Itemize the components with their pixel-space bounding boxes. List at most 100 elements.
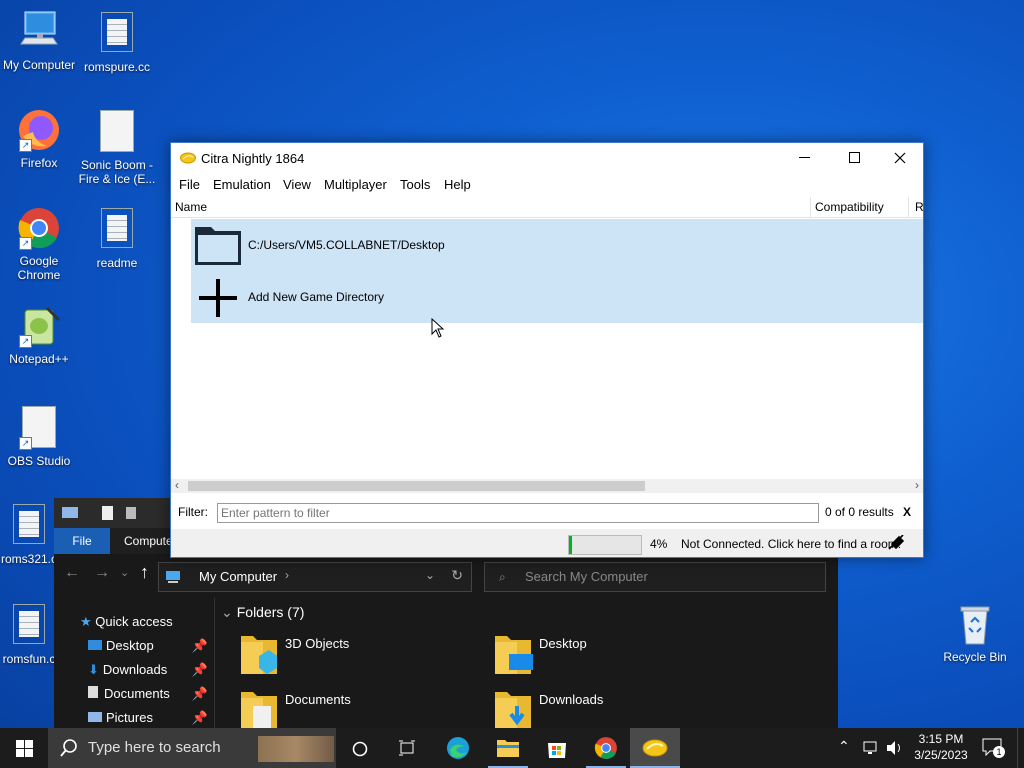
notification-count-badge: 1: [993, 746, 1005, 758]
desktop-icon-sonic[interactable]: Sonic Boom - Fire & Ice (E...: [78, 108, 156, 186]
task-view-icon[interactable]: [398, 740, 416, 756]
file-explorer-taskbar-button[interactable]: [484, 728, 532, 768]
explorer-search-box[interactable]: ⌕ Search My Computer: [484, 562, 826, 592]
desktop-icon-roms321[interactable]: roms321.c: [0, 502, 58, 566]
text-file-icon: [13, 604, 45, 644]
folder-item-desktop[interactable]: Desktop: [493, 632, 693, 682]
folders-group-header[interactable]: ⌄ Folders (7): [221, 604, 304, 621]
chrome-taskbar-button[interactable]: [582, 728, 630, 768]
text-file-icon: [101, 12, 133, 52]
show-desktop-button[interactable]: [1017, 728, 1024, 768]
document-icon: [88, 686, 98, 698]
nav-item-desktop[interactable]: Desktop 📌: [88, 638, 208, 653]
nav-item-label: Pictures: [106, 710, 153, 725]
volume-icon[interactable]: [886, 740, 904, 756]
desktop-icon-firefox[interactable]: ↗ Firefox: [0, 108, 78, 170]
minimize-icon[interactable]: [799, 157, 810, 158]
scroll-right-arrow-icon[interactable]: ›: [915, 478, 919, 492]
desktop-icon-my-computer[interactable]: My Computer: [0, 10, 78, 72]
horizontal-scrollbar[interactable]: ‹ ›: [171, 478, 923, 493]
windows-start-icon[interactable]: [16, 740, 33, 757]
close-icon[interactable]: [894, 152, 906, 164]
store-icon[interactable]: [545, 736, 569, 760]
desktop-icon-chrome[interactable]: ↗ Google Chrome: [0, 206, 78, 282]
menu-multiplayer[interactable]: Multiplayer: [324, 173, 387, 197]
search-icon: [60, 739, 77, 757]
up-arrow-icon[interactable]: ↑: [140, 562, 149, 583]
network-disconnected-icon[interactable]: [887, 535, 905, 551]
menu-file[interactable]: File: [179, 173, 200, 197]
menu-emulation[interactable]: Emulation: [213, 173, 271, 197]
clear-filter-button[interactable]: X: [903, 505, 911, 519]
nav-item-pictures[interactable]: Pictures 📌: [88, 710, 208, 725]
network-icon[interactable]: [862, 740, 880, 756]
notification-center-button[interactable]: 1: [982, 738, 1005, 758]
pin-icon[interactable]: 📌: [192, 686, 208, 702]
game-list-header: Name Compatibility R: [171, 197, 924, 218]
show-hidden-icons-chevron-icon[interactable]: ⌃: [838, 738, 850, 755]
nav-quick-access-label: Quick access: [95, 614, 173, 629]
forward-arrow-icon[interactable]: →: [94, 564, 110, 582]
clock[interactable]: 3:15 PM 3/25/2023: [910, 731, 972, 763]
desktop-icon-romspure[interactable]: romspure.cc: [78, 10, 156, 74]
quick-access-toolbar-icon[interactable]: [62, 506, 142, 520]
desktop-icon-label: romsfun.c: [2, 652, 56, 666]
clock-time: 3:15 PM: [918, 732, 964, 746]
desktop-icon-label: Firefox: [20, 156, 58, 170]
ribbon-computer-tab[interactable]: Compute: [124, 528, 173, 554]
chrome-icon: [594, 737, 617, 759]
address-text: My Computer: [199, 569, 278, 584]
scrollbar-thumb[interactable]: [188, 481, 645, 491]
folder-item-documents[interactable]: Documents: [239, 688, 439, 728]
folder-item-3d-objects[interactable]: 3D Objects: [239, 632, 439, 682]
folders-header-label: Folders (7): [236, 604, 305, 620]
menu-help[interactable]: Help: [444, 173, 471, 197]
text-file-icon: [101, 208, 133, 248]
column-header-region[interactable]: R: [915, 200, 924, 214]
nav-item-downloads[interactable]: ⬇ Downloads 📌: [88, 662, 208, 678]
firefox-icon: ↗: [17, 108, 61, 152]
menu-tools[interactable]: Tools: [400, 173, 430, 197]
filter-input[interactable]: [217, 503, 819, 523]
citra-window[interactable]: Citra Nightly 1864 File Emulation View M…: [170, 142, 924, 558]
nav-quick-access[interactable]: ★ Quick access: [80, 614, 173, 630]
edge-icon[interactable]: [446, 736, 470, 760]
chevron-down-icon: ⌄: [221, 604, 233, 620]
add-game-directory-row[interactable]: Add New Game Directory: [191, 271, 923, 323]
desktop-icon-readme[interactable]: readme: [78, 206, 156, 270]
scroll-left-arrow-icon[interactable]: ‹: [175, 478, 179, 492]
nav-item-documents[interactable]: Documents 📌: [88, 686, 208, 701]
pin-icon[interactable]: 📌: [192, 662, 208, 678]
citra-titlebar[interactable]: Citra Nightly 1864: [171, 143, 923, 173]
menu-view[interactable]: View: [283, 173, 311, 197]
pin-icon[interactable]: 📌: [192, 710, 208, 726]
pin-icon[interactable]: 📌: [192, 638, 208, 654]
address-bar[interactable]: My Computer › ⌄ ↻: [158, 562, 472, 592]
folder-icon: [495, 636, 533, 674]
game-directory-row[interactable]: C:/Users/VM5.COLLABNET/Desktop: [191, 219, 923, 271]
desktop-icon-label: Google Chrome: [17, 254, 61, 282]
desktop-icon-notepadpp[interactable]: ↗ Notepad++: [0, 304, 78, 366]
file-icon: [100, 110, 134, 152]
address-dropdown-icon[interactable]: ⌄: [425, 568, 435, 582]
column-header-compatibility[interactable]: Compatibility: [815, 200, 884, 214]
folder-item-downloads[interactable]: Downloads: [493, 688, 693, 728]
room-status-link[interactable]: Not Connected. Click here to find a room…: [681, 537, 901, 551]
maximize-icon[interactable]: [849, 152, 860, 163]
refresh-icon[interactable]: ↻: [451, 567, 463, 584]
desktop-icon-label: readme: [96, 256, 138, 270]
progress-bar: [568, 535, 642, 555]
desktop-icon-romsfun[interactable]: romsfun.c: [0, 602, 58, 666]
back-arrow-icon[interactable]: ←: [64, 564, 80, 582]
folder-icon: [495, 692, 531, 728]
cortana-icon[interactable]: [352, 741, 368, 757]
citra-taskbar-button[interactable]: [630, 728, 680, 768]
taskbar-search-box[interactable]: Type here to search: [48, 728, 336, 768]
desktop-icon-label: roms321.c: [0, 552, 58, 566]
column-header-name[interactable]: Name: [175, 200, 207, 214]
ribbon-file-tab[interactable]: File: [54, 528, 110, 554]
desktop-icon-obs[interactable]: ↗ OBS Studio: [0, 404, 78, 468]
desktop-icon-recycle-bin[interactable]: Recycle Bin: [936, 602, 1014, 664]
recent-chevron-icon[interactable]: ⌄: [120, 566, 129, 579]
star-icon: ★: [80, 614, 92, 629]
